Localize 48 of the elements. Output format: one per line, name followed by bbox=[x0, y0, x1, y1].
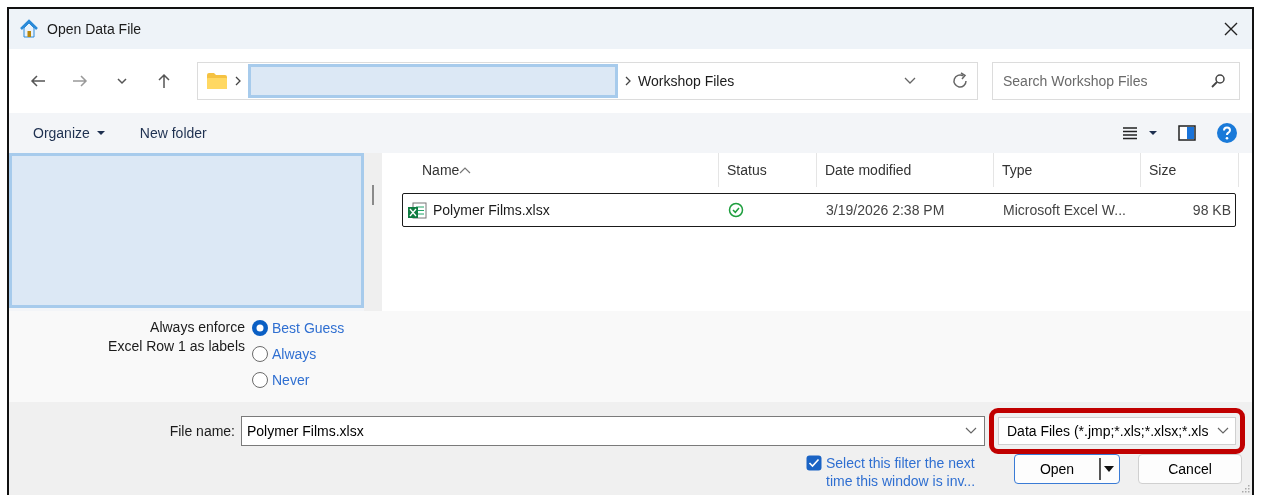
folder-icon bbox=[206, 72, 228, 90]
caret-icon bbox=[1103, 465, 1115, 473]
help-icon[interactable] bbox=[1216, 122, 1238, 144]
column-header[interactable]: Status bbox=[719, 153, 817, 187]
chevron-icon bbox=[234, 76, 242, 86]
field-label: File name: bbox=[168, 423, 235, 439]
new-folder-button[interactable]: New folder bbox=[137, 123, 209, 143]
file-name-field[interactable]: Polymer Films.xlsx bbox=[241, 416, 985, 446]
column-header[interactable]: Date modified bbox=[817, 153, 994, 187]
chevron-icon bbox=[624, 76, 632, 86]
caret-icon bbox=[95, 130, 106, 136]
remember-filter-checkbox[interactable]: Select this filter the next time this window is inv... bbox=[806, 454, 976, 490]
breadcrumb[interactable]: Workshop Files bbox=[638, 73, 897, 89]
radio-option[interactable]: Always bbox=[251, 343, 345, 365]
caret-icon bbox=[1148, 130, 1158, 136]
cancel-button[interactable]: Cancel bbox=[1138, 454, 1242, 484]
window-title: Open Data File bbox=[47, 21, 143, 37]
radio-option[interactable]: Never bbox=[251, 369, 345, 391]
column-header[interactable]: Size bbox=[1141, 153, 1239, 187]
date-cell-text: 3/19/2026 2:38 PM bbox=[825, 202, 946, 218]
close-icon bbox=[1224, 22, 1238, 36]
search-field[interactable]: Search Workshop Files bbox=[992, 62, 1240, 100]
home-icon bbox=[19, 19, 39, 39]
column-header[interactable]: Name bbox=[382, 153, 719, 187]
dropdown-icon bbox=[1217, 427, 1229, 435]
list-view-icon bbox=[1122, 126, 1138, 140]
search-icon bbox=[1210, 73, 1226, 89]
synced-icon bbox=[728, 202, 744, 218]
preview-pane-icon[interactable] bbox=[1178, 125, 1196, 141]
option-label: Always enforce Excel Row 1 as labels bbox=[107, 318, 245, 356]
organize-menu[interactable]: Organize bbox=[31, 123, 108, 143]
spreadsheet-icon bbox=[407, 201, 427, 219]
size-cell-text: 98 KB bbox=[1191, 202, 1232, 218]
resize-grip[interactable] bbox=[1240, 483, 1250, 493]
column-header[interactable]: Type bbox=[994, 153, 1141, 187]
file-name: Polymer Films.xlsx bbox=[433, 202, 550, 218]
file-type-dropdown[interactable]: Data Files (*.jmp;*.xls;*.xlsx;*.xls bbox=[998, 417, 1236, 445]
refresh-icon[interactable] bbox=[951, 72, 969, 90]
open-button[interactable]: Open bbox=[1014, 454, 1120, 484]
sort-icon bbox=[459, 166, 472, 174]
type-cell-text: Microsoft Excel W... bbox=[1002, 202, 1127, 218]
scrollbar-thumb[interactable] bbox=[372, 185, 374, 205]
view-menu[interactable] bbox=[1122, 126, 1158, 140]
dropdown-icon[interactable] bbox=[903, 76, 917, 86]
radio-option[interactable]: Best Guess bbox=[251, 317, 345, 339]
address-bar[interactable]: Workshop Files bbox=[197, 62, 978, 100]
file-row[interactable]: Polymer Films.xlsx 3/19/2026 2:38 PM Microsoft Excel W... 98 KB bbox=[402, 193, 1236, 227]
dropdown-icon bbox=[965, 427, 977, 435]
